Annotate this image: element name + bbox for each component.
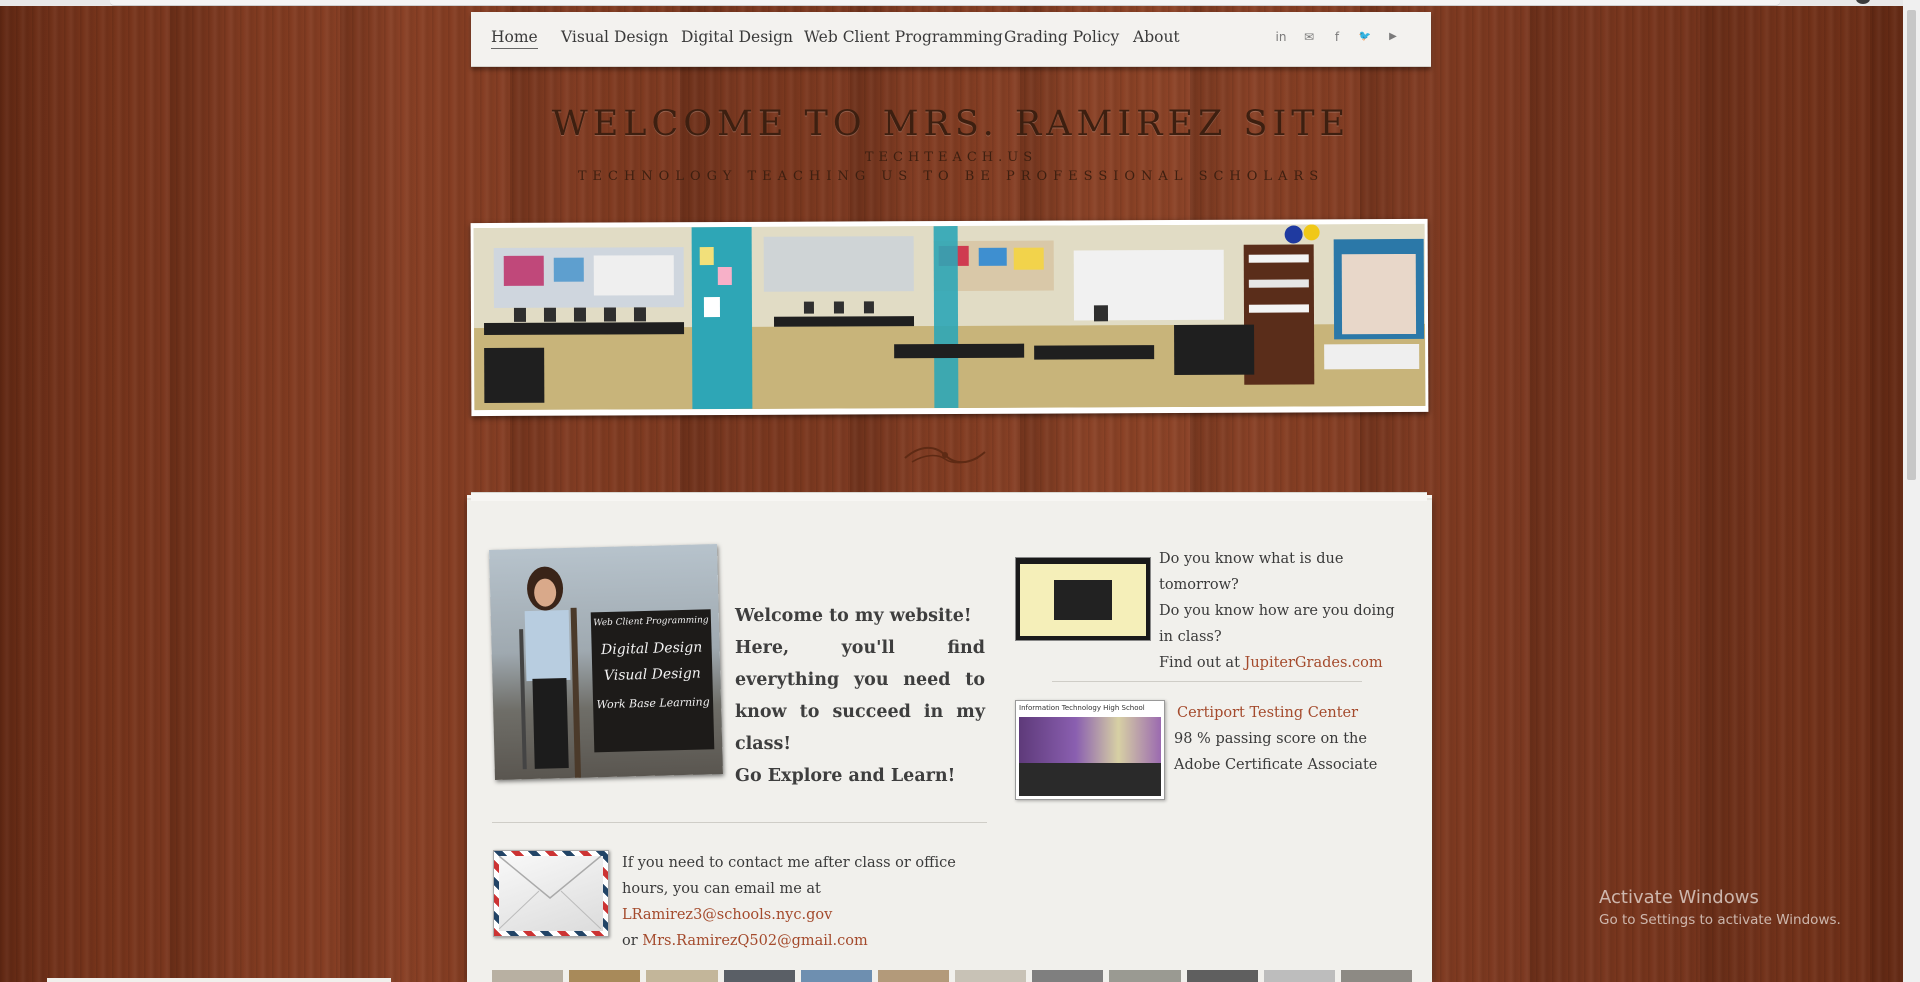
youtube-icon[interactable]: ▶ [1385,29,1401,45]
profile-icon[interactable] [1856,0,1870,4]
jupiter-find-prefix: Find out at [1159,655,1240,671]
paper-stack-edge [471,492,1427,501]
envelope-body [499,856,603,931]
gallery-thumbnail[interactable] [492,970,564,982]
content-divider-left [492,822,987,823]
jupiter-find-line: Find out at JupiterGrades.com [1159,650,1409,676]
content-divider-right [1052,681,1362,682]
contact-info: If you need to contact me after class or… [622,850,992,954]
gallery-thumbnail[interactable] [1032,970,1104,982]
gallery-thumbnail[interactable] [1340,970,1413,982]
vertical-scrollbar[interactable] [1903,0,1920,982]
site-title: WELCOME TO MRS. RAMIREZ SITE [551,104,1351,144]
jupiter-info: Do you know what is due tomorrow? Do you… [1159,546,1409,676]
nav-item-digital-design[interactable]: Digital Design [681,28,793,46]
email-link-school[interactable]: LRamirez3@schools.nyc.gov [622,907,832,923]
browser-top-strip [0,0,1920,6]
site-tagline: TECHNOLOGY TEACHING US TO BE PROFESSIONA… [577,169,1325,184]
welcome-line-3: Go Explore and Learn! [735,766,956,786]
twitter-icon[interactable]: 🐦 [1357,29,1373,45]
subjects-signpost: Web Client Programming Digital Design Vi… [590,609,715,753]
email-link-gmail[interactable]: Mrs.RamirezQ502@gmail.com [642,933,868,949]
gallery-thumbnail[interactable] [1109,970,1181,982]
certiport-screenshot[interactable]: Information Technology High School [1015,700,1165,800]
certiport-line-1: 98 % passing score on the [1174,731,1367,747]
gallery-thumbnail[interactable] [1186,970,1258,982]
nav-item-home[interactable]: Home [491,28,538,49]
teacher-photo: Web Client Programming Digital Design Vi… [489,544,723,780]
nav-item-web-client-programming[interactable]: Web Client Programming [804,28,1003,46]
linkedin-icon[interactable]: in [1273,29,1289,45]
jupitergrades-link[interactable]: JupiterGrades.com [1245,655,1383,671]
contact-text: If you need to contact me after class or… [622,855,956,897]
jupiter-screen [1020,564,1146,636]
welcome-message: Welcome to my website! Here, you'll find… [735,600,985,792]
classroom-panorama-image [473,223,1426,411]
sign-line-web-client: Web Client Programming [593,615,709,629]
classroom-banner [470,218,1429,417]
nav-item-visual-design[interactable]: Visual Design [561,28,668,46]
gallery-thumbnail[interactable] [877,970,950,982]
main-content-card: Web Client Programming Digital Design Vi… [467,492,1432,982]
certiport-thumb-bar [1019,763,1161,796]
jupiter-line-1: Do you know what is due tomorrow? [1159,551,1344,593]
decorative-flourish-icon [900,440,990,470]
certiport-thumb-image [1019,717,1161,763]
gallery-thumbnail[interactable] [723,970,795,982]
sign-line-digital: Digital Design [600,639,703,659]
certiport-info: Certiport Testing Center 98 % passing sc… [1174,700,1414,778]
windows-activation-watermark: Activate Windows Go to Settings to activ… [1599,887,1841,928]
jupiter-line-2: Do you know how are you doing in class? [1159,603,1395,645]
gallery-thumbnail-strip [492,970,1413,982]
bottom-edge-strip [47,978,391,982]
certiport-thumb-header: Information Technology High School [1019,704,1161,716]
jupiter-login-box [1054,580,1112,620]
certiport-link[interactable]: Certiport Testing Center [1177,705,1358,721]
envelope-icon [493,850,609,937]
gallery-thumbnail[interactable] [1263,970,1335,982]
nav-item-grading-policy[interactable]: Grading Policy [1004,28,1119,46]
gallery-thumbnail[interactable] [646,970,718,982]
sign-line-work-base: Work Base Learning [596,695,710,712]
site-subtitle: TECHTEACH.US [864,150,1038,165]
scrollbar-thumb[interactable] [1907,10,1916,480]
nav-item-about[interactable]: About [1133,28,1180,46]
sign-line-visual: Visual Design [603,665,702,685]
gallery-thumbnail[interactable] [569,970,641,982]
jupitergrades-screenshot[interactable] [1015,557,1151,641]
gallery-thumbnail[interactable] [800,970,872,982]
welcome-line-1: Welcome to my website! [735,606,972,626]
welcome-line-2: Here, you'll find everything you need to… [735,638,985,754]
activate-windows-subtitle: Go to Settings to activate Windows. [1599,912,1841,928]
certiport-line-2: Adobe Certificate Associate [1174,757,1378,773]
activate-windows-title: Activate Windows [1599,887,1759,908]
contact-or: or [622,933,638,949]
facebook-icon[interactable]: f [1329,29,1345,45]
browser-tab-edge [110,0,1780,6]
mail-icon[interactable]: ✉ [1301,29,1317,45]
top-navigation: Home Visual Design Digital Design Web Cl… [471,12,1431,67]
gallery-thumbnail[interactable] [955,970,1027,982]
